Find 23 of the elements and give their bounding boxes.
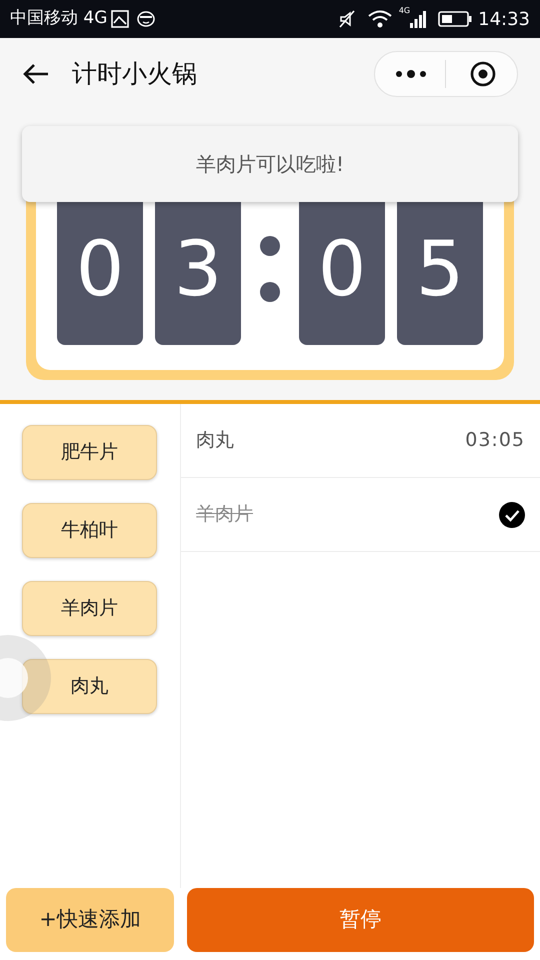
battery-icon xyxy=(438,11,472,27)
close-target-icon[interactable] xyxy=(470,61,496,87)
wifi-icon xyxy=(366,9,393,29)
toast: 羊肉片可以吃啦! xyxy=(22,126,518,202)
back-arrow-icon[interactable] xyxy=(22,62,50,86)
record-name: 羊肉片 xyxy=(196,502,253,528)
quick-add-button[interactable]: +快速添加 xyxy=(6,888,174,952)
network-text: 4G xyxy=(398,5,410,17)
mute-icon xyxy=(336,9,357,29)
time-text: 14:33 xyxy=(478,8,530,32)
signal-icon xyxy=(410,10,426,28)
record-name: 肉丸 xyxy=(196,428,234,454)
food-button[interactable]: 羊肉片 xyxy=(22,581,157,636)
food-button[interactable]: 肉丸 xyxy=(22,659,157,714)
page-title: 计时小火锅 xyxy=(72,58,197,90)
more-icon[interactable] xyxy=(395,69,427,79)
image-icon xyxy=(111,10,130,28)
colon-icon xyxy=(260,236,280,302)
record-time: 03:05 xyxy=(465,428,525,454)
carrier-text: 中国移动 4G xyxy=(10,7,108,30)
food-button[interactable]: 牛柏叶 xyxy=(22,503,157,558)
face-icon xyxy=(137,11,156,27)
food-button[interactable]: 肥牛片 xyxy=(22,425,157,480)
